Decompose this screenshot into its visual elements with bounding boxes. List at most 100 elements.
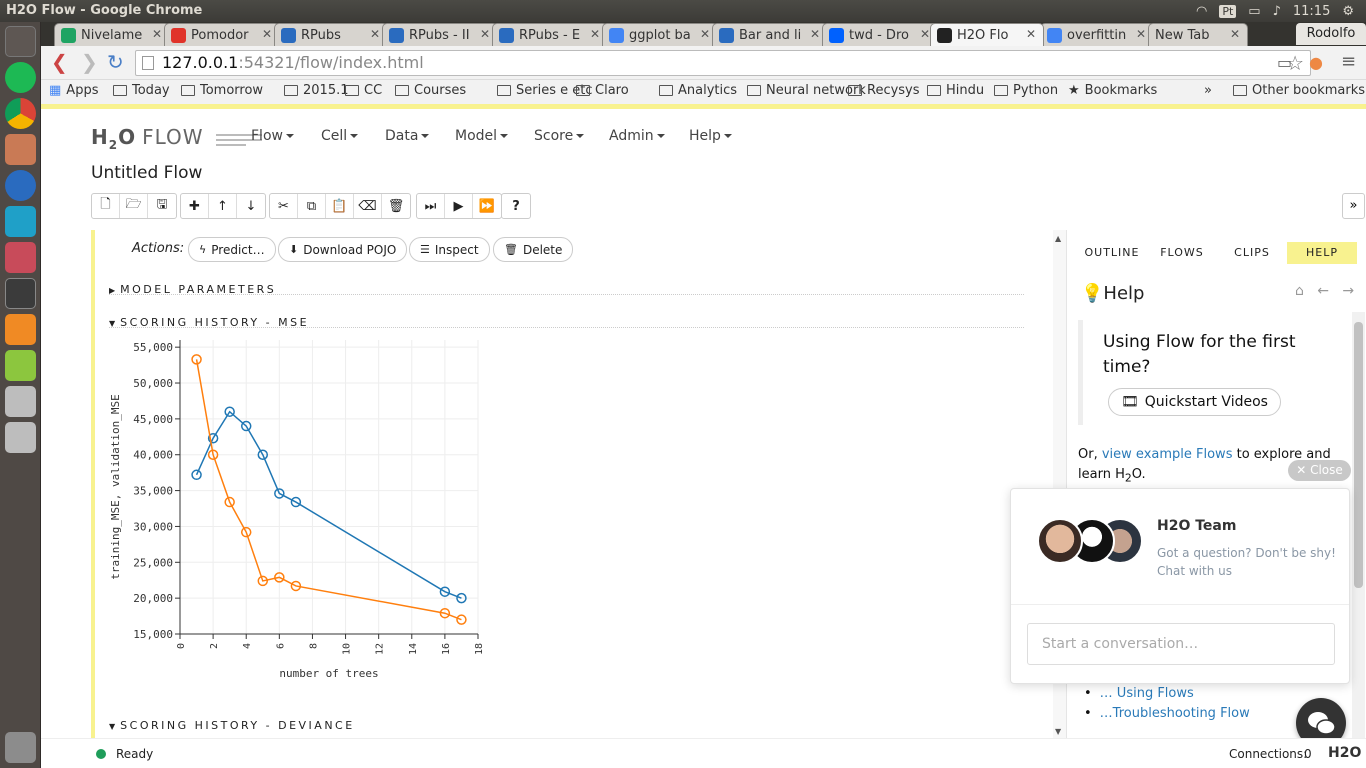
- volume-icon[interactable]: ♪: [1273, 4, 1281, 19]
- bookmark-folder-11[interactable]: Python: [994, 83, 1058, 98]
- power-icon[interactable]: ⚙: [1342, 4, 1354, 19]
- h2o-logo[interactable]: H2O FLOW: [91, 125, 262, 152]
- bookmark-apps[interactable]: ▦ Apps: [49, 83, 98, 98]
- new-flow-button[interactable]: 🗋: [92, 194, 120, 218]
- view-example-flows-link[interactable]: view example Flows: [1102, 447, 1233, 462]
- sidebar-tab-flows[interactable]: FLOWS: [1147, 242, 1217, 264]
- run-stop-button[interactable]: ⏭: [417, 194, 445, 218]
- wifi-icon[interactable]: ◠: [1196, 4, 1207, 19]
- close-tab-icon[interactable]: ✕: [262, 27, 272, 41]
- menu-model[interactable]: Model: [455, 128, 509, 144]
- spotify-icon[interactable]: [5, 62, 36, 93]
- intellij-icon[interactable]: [5, 242, 36, 273]
- drive-icon[interactable]: [5, 386, 36, 417]
- bookmark-other[interactable]: Other bookmarks: [1233, 83, 1365, 98]
- forward-arrow-icon[interactable]: →: [1342, 283, 1354, 299]
- tab-1[interactable]: Pomodor ✕: [164, 23, 280, 46]
- close-chat-button[interactable]: ✕ Close: [1288, 460, 1351, 481]
- battery-icon[interactable]: ▭: [1248, 4, 1260, 19]
- sidebar-tab-clips[interactable]: CLIPS: [1217, 242, 1287, 264]
- bookmark-folder-2[interactable]: 2015.1: [284, 83, 349, 98]
- webstorm-icon[interactable]: [5, 206, 36, 237]
- cut-button[interactable]: ✂: [270, 194, 298, 218]
- close-tab-icon[interactable]: ✕: [700, 27, 710, 41]
- scrollbar-thumb[interactable]: [1354, 322, 1363, 588]
- tab-3[interactable]: RPubs - II ✕: [382, 23, 498, 46]
- close-tab-icon[interactable]: ✕: [480, 27, 490, 41]
- bookmarks-overflow[interactable]: »: [1204, 83, 1212, 98]
- close-tab-icon[interactable]: ✕: [152, 27, 162, 41]
- address-bar[interactable]: 127.0.0.1:54321/flow/index.html ☆: [135, 50, 1311, 76]
- clock[interactable]: 11:15: [1293, 4, 1330, 19]
- keyboard-layout-indicator[interactable]: Pt: [1219, 4, 1237, 18]
- close-tab-icon[interactable]: ✕: [810, 27, 820, 41]
- close-tab-icon[interactable]: ✕: [370, 27, 380, 41]
- files-icon[interactable]: [5, 134, 36, 165]
- move-up-button[interactable]: ↑: [209, 194, 237, 218]
- forward-button[interactable]: ❯: [81, 52, 98, 72]
- sublime-icon[interactable]: [5, 278, 36, 309]
- back-arrow-icon[interactable]: ←: [1317, 283, 1329, 299]
- tab-2[interactable]: RPubs ✕: [274, 23, 388, 46]
- tab-7[interactable]: twd - Dro ✕: [822, 23, 938, 46]
- clear-button[interactable]: ⌫: [354, 194, 382, 218]
- trash-icon[interactable]: [5, 732, 36, 763]
- profile-button[interactable]: Rodolfo: [1296, 23, 1366, 45]
- run-button[interactable]: ▶: [445, 194, 473, 218]
- chat-input[interactable]: Start a conversation…: [1027, 623, 1335, 665]
- flow-title[interactable]: Untitled Flow: [91, 163, 202, 183]
- move-down-button[interactable]: ↓: [237, 194, 265, 218]
- bookmark-bookmarks[interactable]: ★ Bookmarks: [1068, 83, 1157, 98]
- menu-cell[interactable]: Cell: [321, 128, 359, 144]
- menu-admin[interactable]: Admin: [609, 128, 665, 144]
- help-icon[interactable]: ?: [502, 194, 530, 218]
- menu-flow[interactable]: Flow: [251, 128, 294, 144]
- menu-data[interactable]: Data: [385, 128, 430, 144]
- menu-icon[interactable]: ≡: [1341, 51, 1356, 72]
- bookmark-folder-10[interactable]: Hindu: [927, 83, 984, 98]
- bookmark-folder-3[interactable]: CC: [345, 83, 382, 98]
- bookmark-folder-1[interactable]: Tomorrow: [181, 83, 263, 98]
- extension-icon[interactable]: ●: [1309, 53, 1323, 72]
- android-icon[interactable]: [5, 350, 36, 381]
- save-flow-button[interactable]: 🖫: [148, 194, 176, 218]
- tab-0[interactable]: Nivelame ✕: [54, 23, 170, 46]
- copy-button[interactable]: ⧉: [298, 194, 326, 218]
- scoring-deviance-section[interactable]: ▼ SCORING HISTORY - DEVIANCE: [109, 719, 355, 732]
- close-tab-icon[interactable]: ✕: [1230, 27, 1240, 41]
- close-tab-icon[interactable]: ✕: [920, 27, 930, 41]
- bookmark-folder-7[interactable]: Analytics: [659, 83, 737, 98]
- tab-6[interactable]: Bar and li ✕: [712, 23, 828, 46]
- open-flow-button[interactable]: 🗁: [120, 194, 148, 218]
- toggle-sidebar-button[interactable]: »: [1342, 193, 1365, 219]
- tab-4[interactable]: RPubs - E ✕: [492, 23, 608, 46]
- insert-cell-button[interactable]: ✚: [181, 194, 209, 218]
- action-inspect-button[interactable]: ☰ Inspect: [409, 237, 490, 262]
- menu-help[interactable]: Help: [689, 128, 732, 144]
- bookmark-folder-0[interactable]: Today: [113, 83, 170, 98]
- tab-10[interactable]: New Tab ✕: [1148, 23, 1248, 46]
- bookmark-folder-9[interactable]: Recysys: [848, 83, 920, 98]
- menu-score[interactable]: Score: [534, 128, 585, 144]
- drive-icon[interactable]: [5, 422, 36, 453]
- delete-cell-button[interactable]: 🗑: [382, 194, 410, 218]
- close-tab-icon[interactable]: ✕: [1026, 27, 1036, 41]
- run-all-button[interactable]: ⏩: [473, 194, 501, 218]
- reload-button[interactable]: ↻: [107, 52, 124, 72]
- sidebar-tab-help[interactable]: HELP: [1287, 242, 1357, 264]
- home-icon[interactable]: ⌂: [1295, 283, 1304, 299]
- action-predict-button[interactable]: ϟ Predict…: [188, 237, 276, 262]
- tab-8[interactable]: H2O Flo ✕: [930, 23, 1044, 46]
- tab-9[interactable]: overfittin ✕: [1040, 23, 1154, 46]
- rstudio-icon[interactable]: [5, 170, 36, 201]
- tab-5[interactable]: ggplot ba ✕: [602, 23, 718, 46]
- sidebar-scrollbar[interactable]: [1352, 312, 1365, 738]
- help-link[interactable]: … Using Flows: [1084, 684, 1250, 704]
- close-tab-icon[interactable]: ✕: [590, 27, 600, 41]
- cast-icon[interactable]: ▭: [1277, 53, 1292, 72]
- vlc-icon[interactable]: [5, 314, 36, 345]
- paste-button[interactable]: 📋: [326, 194, 354, 218]
- action-delete-button[interactable]: 🗑 Delete: [493, 237, 574, 262]
- quickstart-videos-button[interactable]: 🎞 Quickstart Videos: [1108, 388, 1281, 416]
- bookmark-folder-4[interactable]: Courses: [395, 83, 466, 98]
